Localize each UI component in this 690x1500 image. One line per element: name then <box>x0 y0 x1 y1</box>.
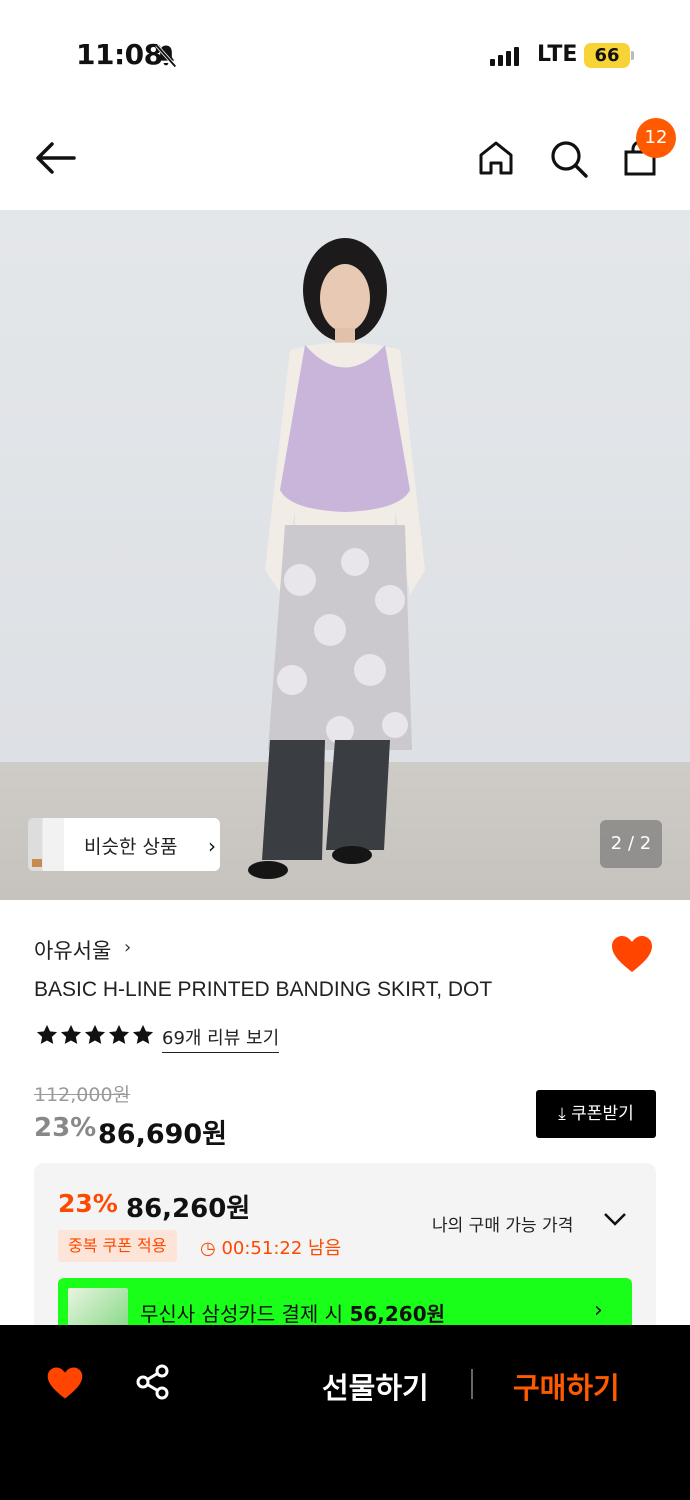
star-icon <box>84 1024 106 1044</box>
similar-product-thumbnail <box>28 818 64 871</box>
image-pager: 2 / 2 <box>600 820 662 868</box>
similar-products-button[interactable]: 비슷한 상품 › <box>28 818 220 871</box>
star-icon <box>60 1024 82 1044</box>
chevron-right-icon: › <box>124 937 132 958</box>
status-bar: 11:08 LTE 66 <box>0 0 690 110</box>
my-price-label: 나의 구매 가능 가격 <box>432 1216 574 1236</box>
battery-indicator: 66 <box>584 43 630 68</box>
share-icon[interactable] <box>134 1363 172 1401</box>
original-price: 112,000원 <box>34 1084 131 1106</box>
chevron-down-icon[interactable] <box>602 1209 628 1229</box>
card-promo-text: 무신사 삼성카드 결제 시 56,260원 <box>140 1298 445 1327</box>
chevron-right-icon: › <box>208 834 216 858</box>
home-icon[interactable] <box>474 136 518 180</box>
countdown-text: 00:51:22 남음 <box>221 1238 342 1259</box>
battery-cap <box>631 51 634 60</box>
benefit-discount-rate: 23% <box>58 1189 118 1218</box>
benefit-price: 86,260원 <box>126 1194 251 1224</box>
top-navigation: 12 <box>0 110 690 210</box>
countdown-timer: ◷ 00:51:22 남음 <box>200 1234 341 1260</box>
model-photo <box>248 238 425 879</box>
heart-icon[interactable] <box>610 934 654 974</box>
gift-button[interactable]: 선물하기 <box>322 1365 429 1407</box>
clock-icon: ◷ <box>200 1238 216 1259</box>
brand-link[interactable]: 아유서울 <box>34 935 111 965</box>
signal-icon <box>490 46 519 66</box>
star-icon <box>108 1024 130 1044</box>
heart-icon[interactable] <box>46 1365 84 1401</box>
status-time: 11:08 <box>76 38 163 71</box>
discount-rate: 23% <box>34 1113 97 1143</box>
chevron-right-icon: › <box>594 1298 603 1323</box>
coupon-applied-tag: 중복 쿠폰 적용 <box>58 1230 177 1262</box>
network-type: LTE <box>537 42 578 67</box>
product-name: BASIC H-LINE PRINTED BANDING SKIRT, DOT <box>34 978 493 1001</box>
rating-stars <box>36 1024 154 1046</box>
coupon-download-button[interactable]: ⤓ 쿠폰받기 <box>536 1090 656 1138</box>
divider <box>471 1369 473 1399</box>
product-image[interactable]: 비슷한 상품 › 2 / 2 <box>0 210 690 900</box>
search-icon[interactable] <box>546 136 590 180</box>
bell-off-icon <box>155 44 177 68</box>
download-icon: ⤓ <box>558 1104 566 1124</box>
card-promo-price: 56,260원 <box>349 1302 446 1326</box>
review-link[interactable]: 69개 리뷰 보기 <box>162 1024 280 1053</box>
buy-button[interactable]: 구매하기 <box>513 1365 620 1407</box>
sale-price: 86,690원 <box>98 1119 228 1150</box>
back-arrow-icon[interactable] <box>30 136 80 180</box>
cart-count-badge: 12 <box>636 118 676 158</box>
star-icon <box>132 1024 154 1044</box>
similar-products-label: 비슷한 상품 <box>84 836 178 858</box>
bottom-action-bar: 선물하기 구매하기 <box>0 1325 690 1500</box>
coupon-button-label: 쿠폰받기 <box>571 1104 634 1124</box>
card-promo-prefix: 무신사 삼성카드 결제 시 <box>140 1302 350 1326</box>
star-icon <box>36 1024 58 1044</box>
